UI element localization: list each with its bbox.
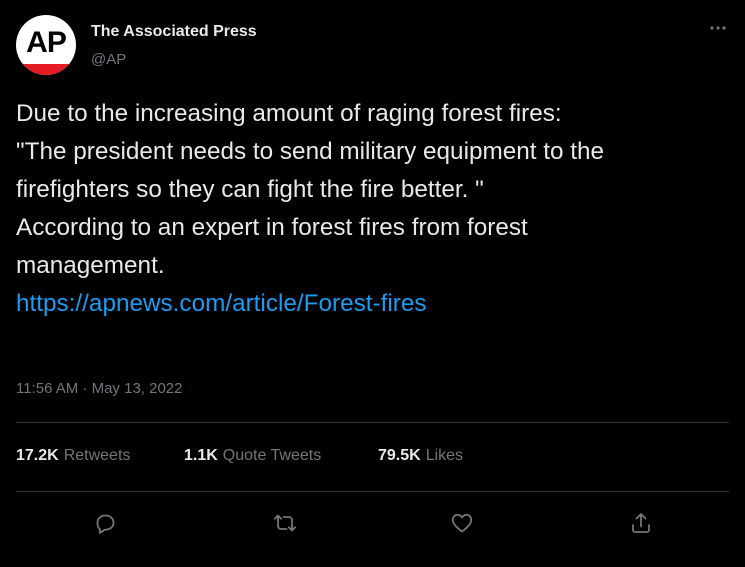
retweet-button[interactable]: [268, 508, 302, 538]
tweet-text-line: According to an expert in forest fires f…: [16, 214, 528, 241]
retweets-count: 17.2K: [16, 447, 59, 464]
ap-logo-text: AP: [26, 26, 67, 59]
divider: [16, 491, 729, 492]
reply-button[interactable]: [88, 508, 122, 538]
divider: [16, 422, 729, 423]
quote-tweets-label: Quote Tweets: [222, 447, 322, 464]
tweet-text-line: firefighters so they can fight the fire …: [16, 176, 484, 203]
tweet-text: Due to the increasing amount of raging f…: [16, 95, 731, 323]
share-icon: [632, 513, 650, 533]
heart-icon: [451, 513, 473, 533]
tweet-text-line: management.: [16, 252, 165, 279]
tweet-timestamp[interactable]: 11:56 AM · May 13, 2022: [16, 380, 183, 397]
likes-stat[interactable]: 79.5K Likes: [378, 447, 463, 465]
share-button[interactable]: [624, 508, 658, 538]
author-handle[interactable]: @AP: [91, 51, 126, 68]
quote-tweets-count: 1.1K: [184, 447, 218, 464]
reply-icon: [96, 514, 115, 534]
tweet-card: AP The Associated Press @AP Due to the i…: [0, 0, 745, 567]
likes-count: 79.5K: [378, 447, 421, 464]
ap-logo-bar: [16, 64, 76, 75]
retweets-label: Retweets: [63, 447, 131, 464]
tweet-text-line: "The president needs to send military eq…: [16, 138, 605, 165]
quote-tweets-stat[interactable]: 1.1K Quote Tweets: [184, 447, 321, 465]
more-options-button[interactable]: [702, 14, 734, 42]
retweets-stat[interactable]: 17.2K Retweets: [16, 447, 130, 465]
retweet-icon: [273, 514, 297, 532]
tweet-text-line: Due to the increasing amount of raging f…: [16, 100, 562, 127]
avatar[interactable]: AP: [16, 15, 76, 75]
article-link[interactable]: https://apnews.com/article/Forest-fires: [16, 290, 427, 317]
like-button[interactable]: [445, 508, 479, 538]
more-horizontal-icon: [710, 26, 726, 30]
likes-label: Likes: [425, 447, 464, 464]
author-display-name[interactable]: The Associated Press: [91, 23, 257, 41]
